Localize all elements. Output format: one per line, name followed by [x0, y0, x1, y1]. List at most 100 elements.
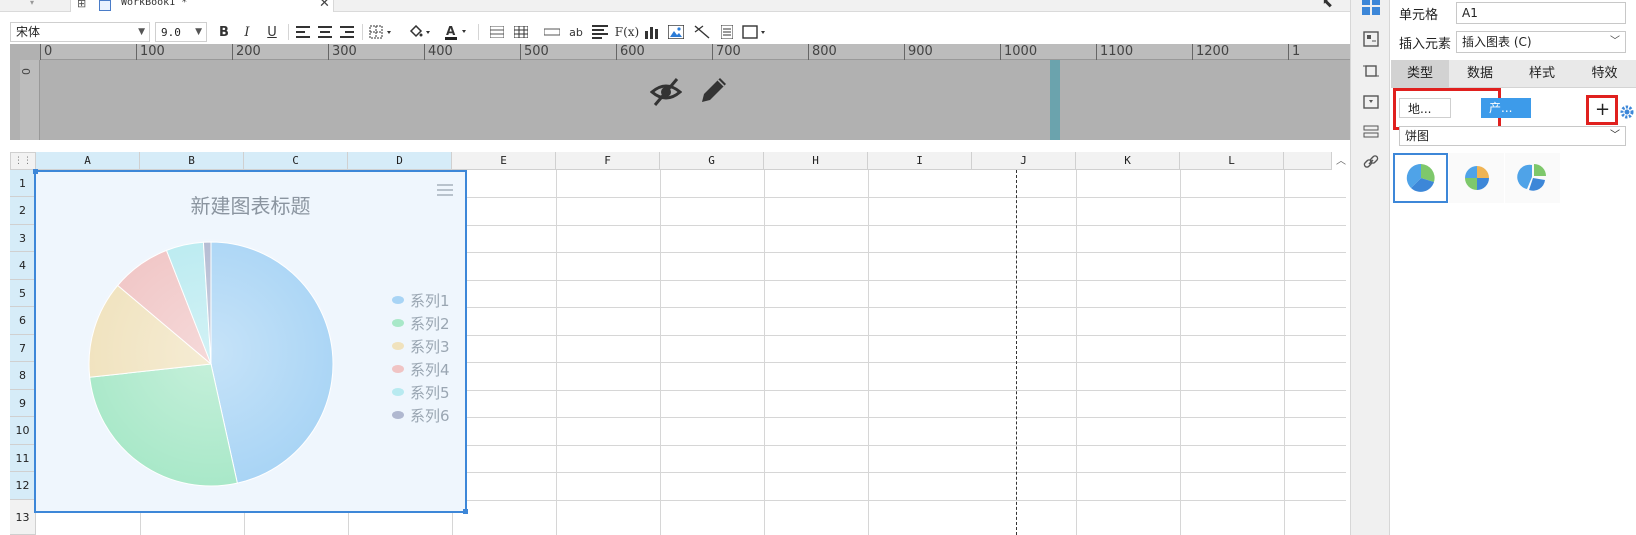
link-icon[interactable] — [1361, 152, 1381, 172]
side-icon-bar — [1350, 0, 1390, 535]
chart-property-tabs: 类型 数据 样式 特效 — [1391, 60, 1636, 88]
chart-subtype-button-1[interactable]: 地... — [1399, 98, 1451, 118]
cell-reference-input[interactable]: A1 — [1456, 2, 1626, 24]
row-header[interactable]: 3 — [10, 225, 36, 252]
row-header[interactable]: 10 — [10, 417, 36, 445]
tab-menu-caret-icon[interactable]: ▾ — [30, 0, 34, 7]
row-header[interactable]: 1 — [10, 170, 36, 197]
legend-item[interactable]: 系列3 — [392, 336, 450, 356]
column-header[interactable]: I — [868, 152, 972, 170]
toolbar-divider — [478, 24, 479, 40]
pie-variant-exploded[interactable] — [1505, 153, 1560, 203]
legend-item[interactable]: 系列4 — [392, 359, 450, 379]
pointer-icon[interactable]: ⬉ — [1322, 0, 1333, 11]
bold-button[interactable]: B — [214, 22, 234, 42]
tab-type[interactable]: 类型 — [1391, 60, 1449, 88]
legend-item[interactable]: 系列5 — [392, 382, 450, 402]
row-header[interactable]: 9 — [10, 390, 36, 417]
chart-type-select[interactable]: 饼图 ﹀ — [1399, 126, 1626, 146]
row-header[interactable]: 6 — [10, 307, 36, 335]
slash-tool-icon[interactable] — [692, 22, 712, 42]
chart-title: 新建图表标题 — [190, 194, 311, 218]
bar-chart-icon[interactable] — [642, 22, 662, 42]
row-header[interactable]: 7 — [10, 335, 36, 362]
fill-color-icon[interactable] — [406, 22, 436, 42]
pie-variant-rose[interactable] — [1449, 153, 1504, 203]
pencil-icon[interactable] — [698, 74, 730, 106]
gear-icon[interactable] — [1619, 104, 1635, 120]
column-header[interactable]: B — [140, 152, 244, 170]
pie-chart-widget[interactable]: 新建图表标题 系列1 系列2 系列3 系列4 系列5 系列6 — [33, 169, 468, 514]
legend-item[interactable]: 系列1 — [392, 290, 450, 310]
column-header[interactable]: G — [660, 152, 764, 170]
eye-slash-icon[interactable] — [650, 76, 682, 108]
resize-handle[interactable] — [33, 169, 38, 174]
table-icon[interactable] — [511, 22, 531, 42]
pie-slice-2[interactable] — [89, 363, 238, 487]
column-header[interactable]: C — [244, 152, 348, 170]
row-header[interactable]: 12 — [10, 472, 36, 500]
underline-button[interactable]: U — [262, 22, 282, 42]
row-header[interactable]: 4 — [10, 252, 36, 280]
row-header[interactable]: 11 — [10, 445, 36, 472]
add-chart-button[interactable]: + — [1593, 101, 1612, 119]
layer-list-icon[interactable] — [1361, 122, 1381, 142]
italic-button[interactable]: I — [237, 22, 257, 42]
chart-menu-icon[interactable] — [437, 184, 453, 196]
dropdown-widget-icon[interactable] — [1361, 92, 1381, 112]
tab-data[interactable]: 数据 — [1449, 60, 1511, 88]
frame-border-icon[interactable] — [740, 22, 770, 42]
workbook-tab[interactable]: ⊞ WorkBook1 * ✕ — [70, 0, 334, 12]
column-header[interactable]: E — [452, 152, 556, 170]
cell-properties-icon[interactable] — [1361, 0, 1381, 16]
crop-icon[interactable] — [1361, 61, 1381, 81]
chart-subtype-button-2[interactable]: 产... — [1481, 98, 1531, 118]
chevron-down-icon: ▼ — [138, 27, 145, 37]
tab-effects[interactable]: 特效 — [1573, 60, 1636, 88]
chart-type-value: 饼图 — [1405, 129, 1430, 143]
page-width-marker[interactable] — [1050, 60, 1060, 140]
legend-item[interactable]: 系列6 — [392, 405, 450, 425]
column-header[interactable]: L — [1180, 152, 1284, 170]
select-all-corner[interactable]: ⋮⋮ — [10, 152, 36, 170]
column-header[interactable]: A — [36, 152, 140, 170]
tab-layout-icon[interactable]: ⊞ — [77, 0, 86, 10]
wrap-text-button[interactable]: ab — [566, 22, 586, 42]
image-icon[interactable] — [666, 22, 686, 42]
column-header[interactable]: F — [556, 152, 660, 170]
row-header[interactable]: 5 — [10, 280, 36, 307]
row-header[interactable]: 2 — [10, 197, 36, 225]
pie-thumbnail-icon — [1406, 163, 1435, 192]
scroll-up-icon[interactable]: ︿ — [1332, 152, 1350, 170]
font-color-icon[interactable]: A — [442, 22, 472, 42]
legend-label: 系列1 — [410, 291, 450, 310]
column-header[interactable]: H — [764, 152, 868, 170]
row-header[interactable]: 13 — [10, 500, 36, 535]
font-family-select[interactable]: 宋体 ▼ — [10, 22, 150, 42]
merge-cells-icon[interactable] — [487, 22, 507, 42]
row-header[interactable]: 8 — [10, 362, 36, 390]
font-size-value: 9.0 — [161, 26, 181, 39]
column-header[interactable]: K — [1076, 152, 1180, 170]
align-center-icon[interactable] — [315, 22, 335, 42]
border-icon[interactable] — [367, 22, 397, 42]
toolbar-divider — [362, 24, 363, 40]
align-right-icon[interactable] — [337, 22, 357, 42]
align-left-icon[interactable] — [293, 22, 313, 42]
legend-item[interactable]: 系列2 — [392, 313, 450, 333]
tab-style[interactable]: 样式 — [1511, 60, 1573, 88]
paragraph-align-icon[interactable] — [590, 22, 610, 42]
cell-element-icon[interactable] — [1361, 29, 1381, 49]
insert-element-select[interactable]: 插入图表 (C) ﹀ — [1456, 31, 1626, 53]
pie-variant-standard[interactable] — [1393, 153, 1448, 203]
resize-handle[interactable] — [463, 509, 468, 514]
column-header[interactable]: J — [972, 152, 1076, 170]
column-header[interactable]: D — [348, 152, 452, 170]
chevron-down-icon: ﹀ — [1610, 130, 1620, 141]
font-size-select[interactable]: 9.0 ▼ — [155, 22, 207, 42]
insert-row-icon[interactable] — [542, 22, 562, 42]
formula-button[interactable]: F(x) — [615, 22, 639, 42]
page-icon[interactable] — [717, 22, 737, 42]
ruler-tick: 500 — [520, 44, 549, 60]
close-tab-icon[interactable]: ✕ — [319, 0, 330, 11]
